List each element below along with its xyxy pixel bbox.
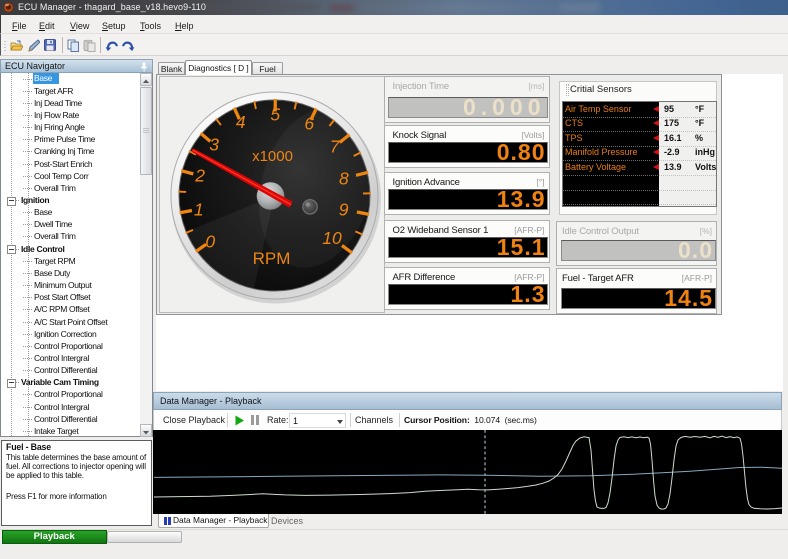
svg-text:RPM: RPM — [253, 249, 291, 268]
svg-text:1: 1 — [194, 199, 204, 219]
svg-text:8: 8 — [339, 168, 349, 188]
svg-text:3: 3 — [209, 135, 219, 155]
svg-text:5: 5 — [270, 105, 280, 125]
svg-text:7: 7 — [330, 137, 341, 157]
svg-text:10: 10 — [322, 228, 342, 248]
svg-text:9: 9 — [339, 199, 349, 219]
svg-text:4: 4 — [236, 112, 246, 132]
svg-text:x1000: x1000 — [252, 148, 293, 165]
svg-text:2: 2 — [194, 166, 205, 186]
svg-text:6: 6 — [304, 113, 314, 133]
svg-text:0: 0 — [205, 231, 215, 251]
